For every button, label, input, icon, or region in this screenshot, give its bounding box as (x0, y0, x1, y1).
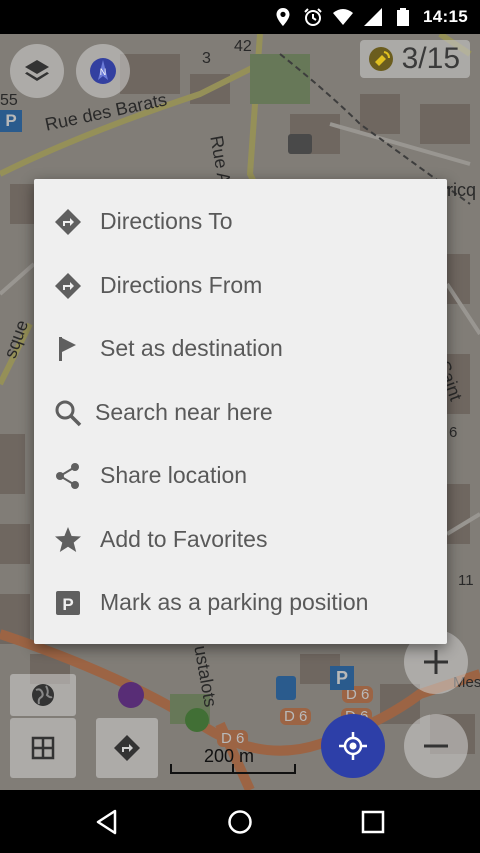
recents-button[interactable] (351, 800, 395, 844)
flag-icon (54, 335, 82, 363)
directions-button[interactable] (96, 718, 158, 778)
back-button[interactable] (85, 800, 129, 844)
menu-item-add-to-favorites[interactable]: Add to Favorites (34, 508, 447, 571)
menu-item-directions-to[interactable]: Directions To (34, 190, 447, 253)
svg-text:P: P (62, 595, 73, 614)
search-icon (54, 399, 82, 427)
zoom-out-button[interactable] (404, 714, 468, 778)
menu-item-set-destination[interactable]: Set as destination (34, 317, 447, 380)
system-nav-bar (0, 790, 480, 853)
star-icon (54, 526, 82, 554)
online-maps-button[interactable] (10, 674, 76, 716)
map-context-menu: Directions To Directions From Set as des… (34, 179, 447, 644)
menu-item-share-location[interactable]: Share location (34, 444, 447, 507)
menu-item-label: Directions From (100, 272, 263, 298)
menu-item-label: Add to Favorites (100, 526, 268, 552)
home-icon (228, 810, 252, 834)
battery-icon (397, 8, 410, 26)
layers-icon (25, 60, 49, 81)
gps-satellite-counter[interactable]: 3/15 (359, 40, 470, 78)
scale-tick (232, 764, 234, 774)
layers-button[interactable] (10, 44, 64, 98)
menu-button[interactable] (10, 718, 76, 778)
cell-signal-icon (364, 8, 383, 26)
svg-text:N: N (100, 67, 107, 77)
menu-item-label: Share location (100, 462, 248, 488)
menu-item-search-near-here[interactable]: Search near here (34, 381, 447, 444)
status-bar: 14:15 (0, 0, 480, 34)
directions-icon (54, 208, 82, 236)
wifi-icon (333, 9, 354, 25)
menu-item-label: Set as destination (100, 335, 283, 361)
grid-menu-icon (31, 736, 55, 760)
directions-icon (114, 735, 140, 761)
scale-label: 200 m (204, 746, 255, 766)
status-icons: 14:15 (273, 0, 468, 34)
scale-tick (294, 764, 296, 774)
alarm-icon (304, 8, 322, 26)
menu-item-label: Search near here (95, 399, 273, 425)
menu-item-label: Directions To (100, 208, 233, 234)
compass-icon: N (90, 58, 116, 84)
globe-icon (32, 684, 54, 706)
recents-icon (361, 810, 385, 834)
scale-tick (170, 764, 172, 774)
map-scale: 200 m (170, 746, 298, 778)
directions-icon (54, 272, 82, 300)
counter-text: 3/15 (401, 42, 460, 75)
menu-item-label: Mark as a parking position (100, 589, 369, 615)
menu-item-directions-from[interactable]: Directions From (34, 254, 447, 317)
share-icon (54, 462, 82, 490)
home-button[interactable] (218, 800, 262, 844)
my-location-icon (339, 732, 367, 760)
plus-icon (424, 650, 448, 674)
my-location-button[interactable] (321, 714, 385, 778)
compass-button[interactable]: N (76, 44, 130, 98)
back-icon (96, 809, 117, 835)
menu-item-mark-parking[interactable]: P Mark as a parking position (34, 571, 447, 634)
parking-icon: P (54, 589, 82, 617)
status-time: 14:15 (423, 7, 468, 26)
location-icon (276, 8, 290, 26)
satellite-icon (368, 47, 393, 71)
minus-icon (424, 744, 448, 748)
